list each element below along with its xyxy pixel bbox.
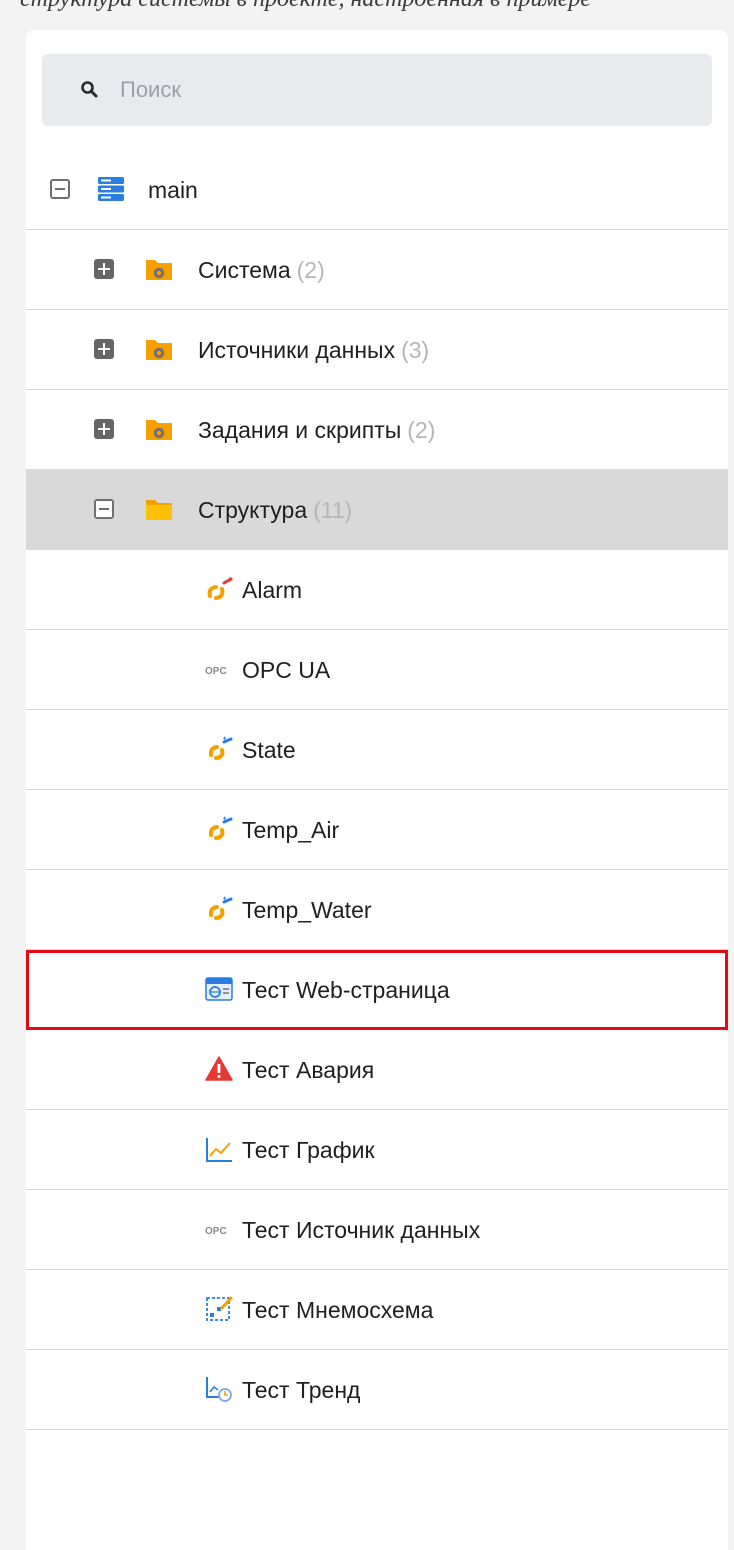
folder-gear-icon <box>144 254 174 284</box>
collapse-toggle[interactable] <box>50 179 70 199</box>
tree-item-label: State <box>242 737 296 763</box>
folder-label: Структура <box>198 497 308 523</box>
tree-item-label: Alarm <box>242 577 303 603</box>
tree-folder-structure[interactable]: Структура (11) <box>26 470 728 550</box>
tree-item-temp-air[interactable]: Temp_Air <box>26 790 728 870</box>
tree-item-label: Тест Мнемосхема <box>242 1297 434 1323</box>
opc-icon: OPC <box>204 654 234 684</box>
folder-count: (2) <box>407 417 436 443</box>
tree-panel: main Система(2) Источники данных(3) <box>26 30 728 1550</box>
expand-toggle[interactable] <box>94 259 114 279</box>
folder-gear-icon <box>144 414 174 444</box>
folder-gear-icon <box>144 334 174 364</box>
tag-icon <box>204 894 234 924</box>
tree-node-label: main <box>148 177 198 203</box>
tree-item-opc-ua[interactable]: OPC OPC UA <box>26 630 728 710</box>
tree-folder-data-sources[interactable]: Источники данных (3) <box>26 310 728 390</box>
tree-item-alarm[interactable]: Alarm <box>26 550 728 630</box>
svg-text:OPC: OPC <box>205 666 227 677</box>
tree-item-test-chart[interactable]: Тест График <box>26 1110 728 1190</box>
folder-count: (3) <box>401 337 430 363</box>
tree-item-label: Temp_Air <box>242 817 340 843</box>
tree-item-label: Тест Web-страница <box>242 977 450 1003</box>
alarm-icon <box>204 1054 234 1084</box>
tree-folder-tasks-scripts[interactable]: Задания и скрипты (2) <box>26 390 728 470</box>
tree-item-label: Тест График <box>242 1137 375 1163</box>
tree-item-label: Тест Авария <box>242 1057 375 1083</box>
tag-icon <box>204 734 234 764</box>
folder-label: Задания и скрипты <box>198 417 402 443</box>
tree-item-label: Temp_Water <box>242 897 372 923</box>
tree-item-label: Тест Тренд <box>242 1377 361 1403</box>
search-box <box>42 54 712 126</box>
tree-item-test-web-page[interactable]: Тест Web-страница <box>26 950 728 1030</box>
folder-label: Система <box>198 257 291 283</box>
folder-label: Источники данных <box>198 337 396 363</box>
chart-icon <box>204 1134 234 1164</box>
expand-toggle[interactable] <box>94 339 114 359</box>
tree-item-test-trend[interactable]: Тест Тренд <box>26 1350 728 1430</box>
tree-item-temp-water[interactable]: Temp_Water <box>26 870 728 950</box>
folder-count: (11) <box>313 497 353 523</box>
tree-node-main[interactable]: main <box>26 150 728 230</box>
tree-item-label: Тест Источник данных <box>242 1217 481 1243</box>
folder-count: (2) <box>296 257 325 283</box>
opc-icon: OPC <box>204 1214 234 1244</box>
tag-icon <box>204 814 234 844</box>
trend-icon <box>204 1374 234 1404</box>
web-page-icon <box>204 974 234 1004</box>
tree-folder-system[interactable]: Система (2) <box>26 230 728 310</box>
search-icon <box>81 81 98 98</box>
mnemoscheme-icon <box>204 1294 234 1324</box>
tree-item-state[interactable]: State <box>26 710 728 790</box>
tree-item-test-mnemoscheme[interactable]: Тест Мнемосхема <box>26 1270 728 1350</box>
page-caption: структура системы в проекте, настроенная… <box>20 0 720 12</box>
collapse-toggle[interactable] <box>94 499 114 519</box>
svg-text:OPC: OPC <box>205 1226 227 1237</box>
search-input[interactable] <box>120 68 680 112</box>
tree-item-test-data-source[interactable]: OPC Тест Источник данных <box>26 1190 728 1270</box>
folder-icon <box>144 494 174 524</box>
tree-item-label: OPC UA <box>242 657 331 683</box>
expand-toggle[interactable] <box>94 419 114 439</box>
tree-item-test-alarm[interactable]: Тест Авария <box>26 1030 728 1110</box>
server-icon <box>96 174 126 204</box>
alarm-tag-icon <box>204 574 234 604</box>
